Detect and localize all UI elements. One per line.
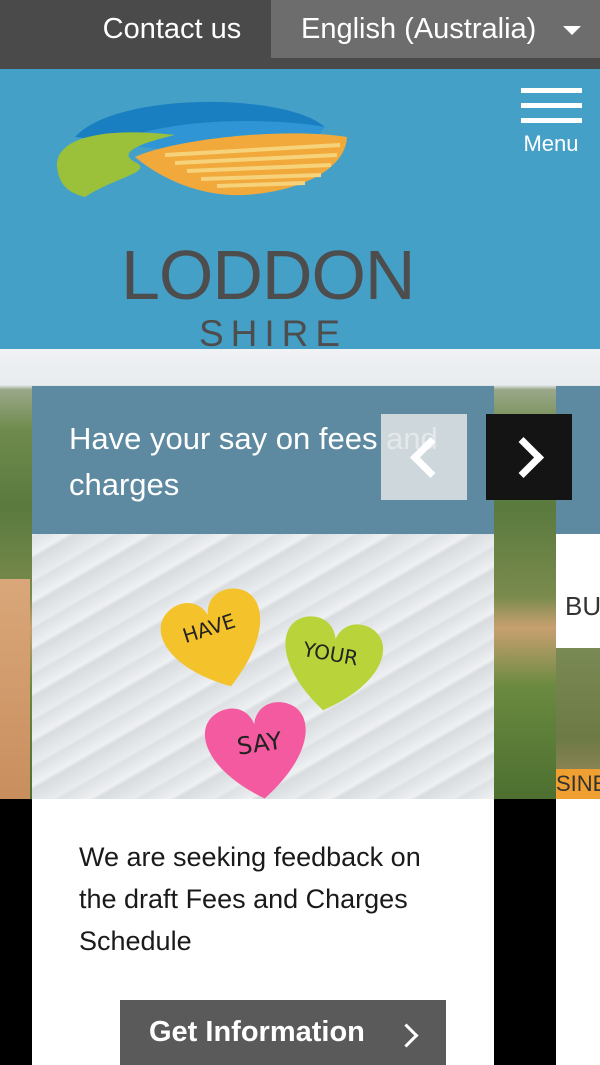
heart-note-have: HAVE	[160, 588, 261, 687]
language-selected-label: English (Australia)	[301, 12, 537, 45]
chevron-right-icon	[394, 1023, 419, 1048]
contact-us-link[interactable]: Contact us	[0, 0, 270, 58]
chevron-right-icon	[502, 436, 544, 478]
menu-button[interactable]: Menu	[516, 85, 586, 165]
heart-note-your: YOUR	[285, 616, 383, 711]
hamburger-icon	[516, 85, 586, 123]
slide-banner-partial: SINE	[556, 769, 600, 799]
loddon-shire-logo[interactable]: LODDON SHIRE	[55, 97, 415, 352]
get-information-label: Get Information	[149, 1016, 365, 1048]
slide-image-heart-notes: HAVE YOUR SAY	[32, 534, 494, 799]
carousel-next-button[interactable]	[486, 414, 572, 500]
hero-road-strip	[0, 579, 30, 799]
landscape-logo-icon	[56, 101, 347, 197]
slide-section-label-partial: BU	[565, 591, 600, 621]
menu-label: Menu	[523, 131, 579, 156]
get-information-button[interactable]: Get Information	[120, 1000, 446, 1065]
logo-wordmark: LODDON	[121, 236, 415, 314]
chevron-left-icon	[409, 436, 451, 478]
heart-note-say: SAY	[204, 702, 306, 799]
caret-down-icon	[563, 26, 581, 35]
carousel-prev-button[interactable]	[381, 414, 467, 500]
top-bar: Contact us English (Australia)	[0, 0, 600, 69]
slide-description: We are seeking feedback on the draft Fee…	[79, 842, 421, 956]
logo-subtitle: SHIRE	[199, 313, 348, 354]
language-selector[interactable]: English (Australia)	[271, 0, 600, 58]
site-header: LODDON SHIRE Menu	[0, 69, 600, 352]
